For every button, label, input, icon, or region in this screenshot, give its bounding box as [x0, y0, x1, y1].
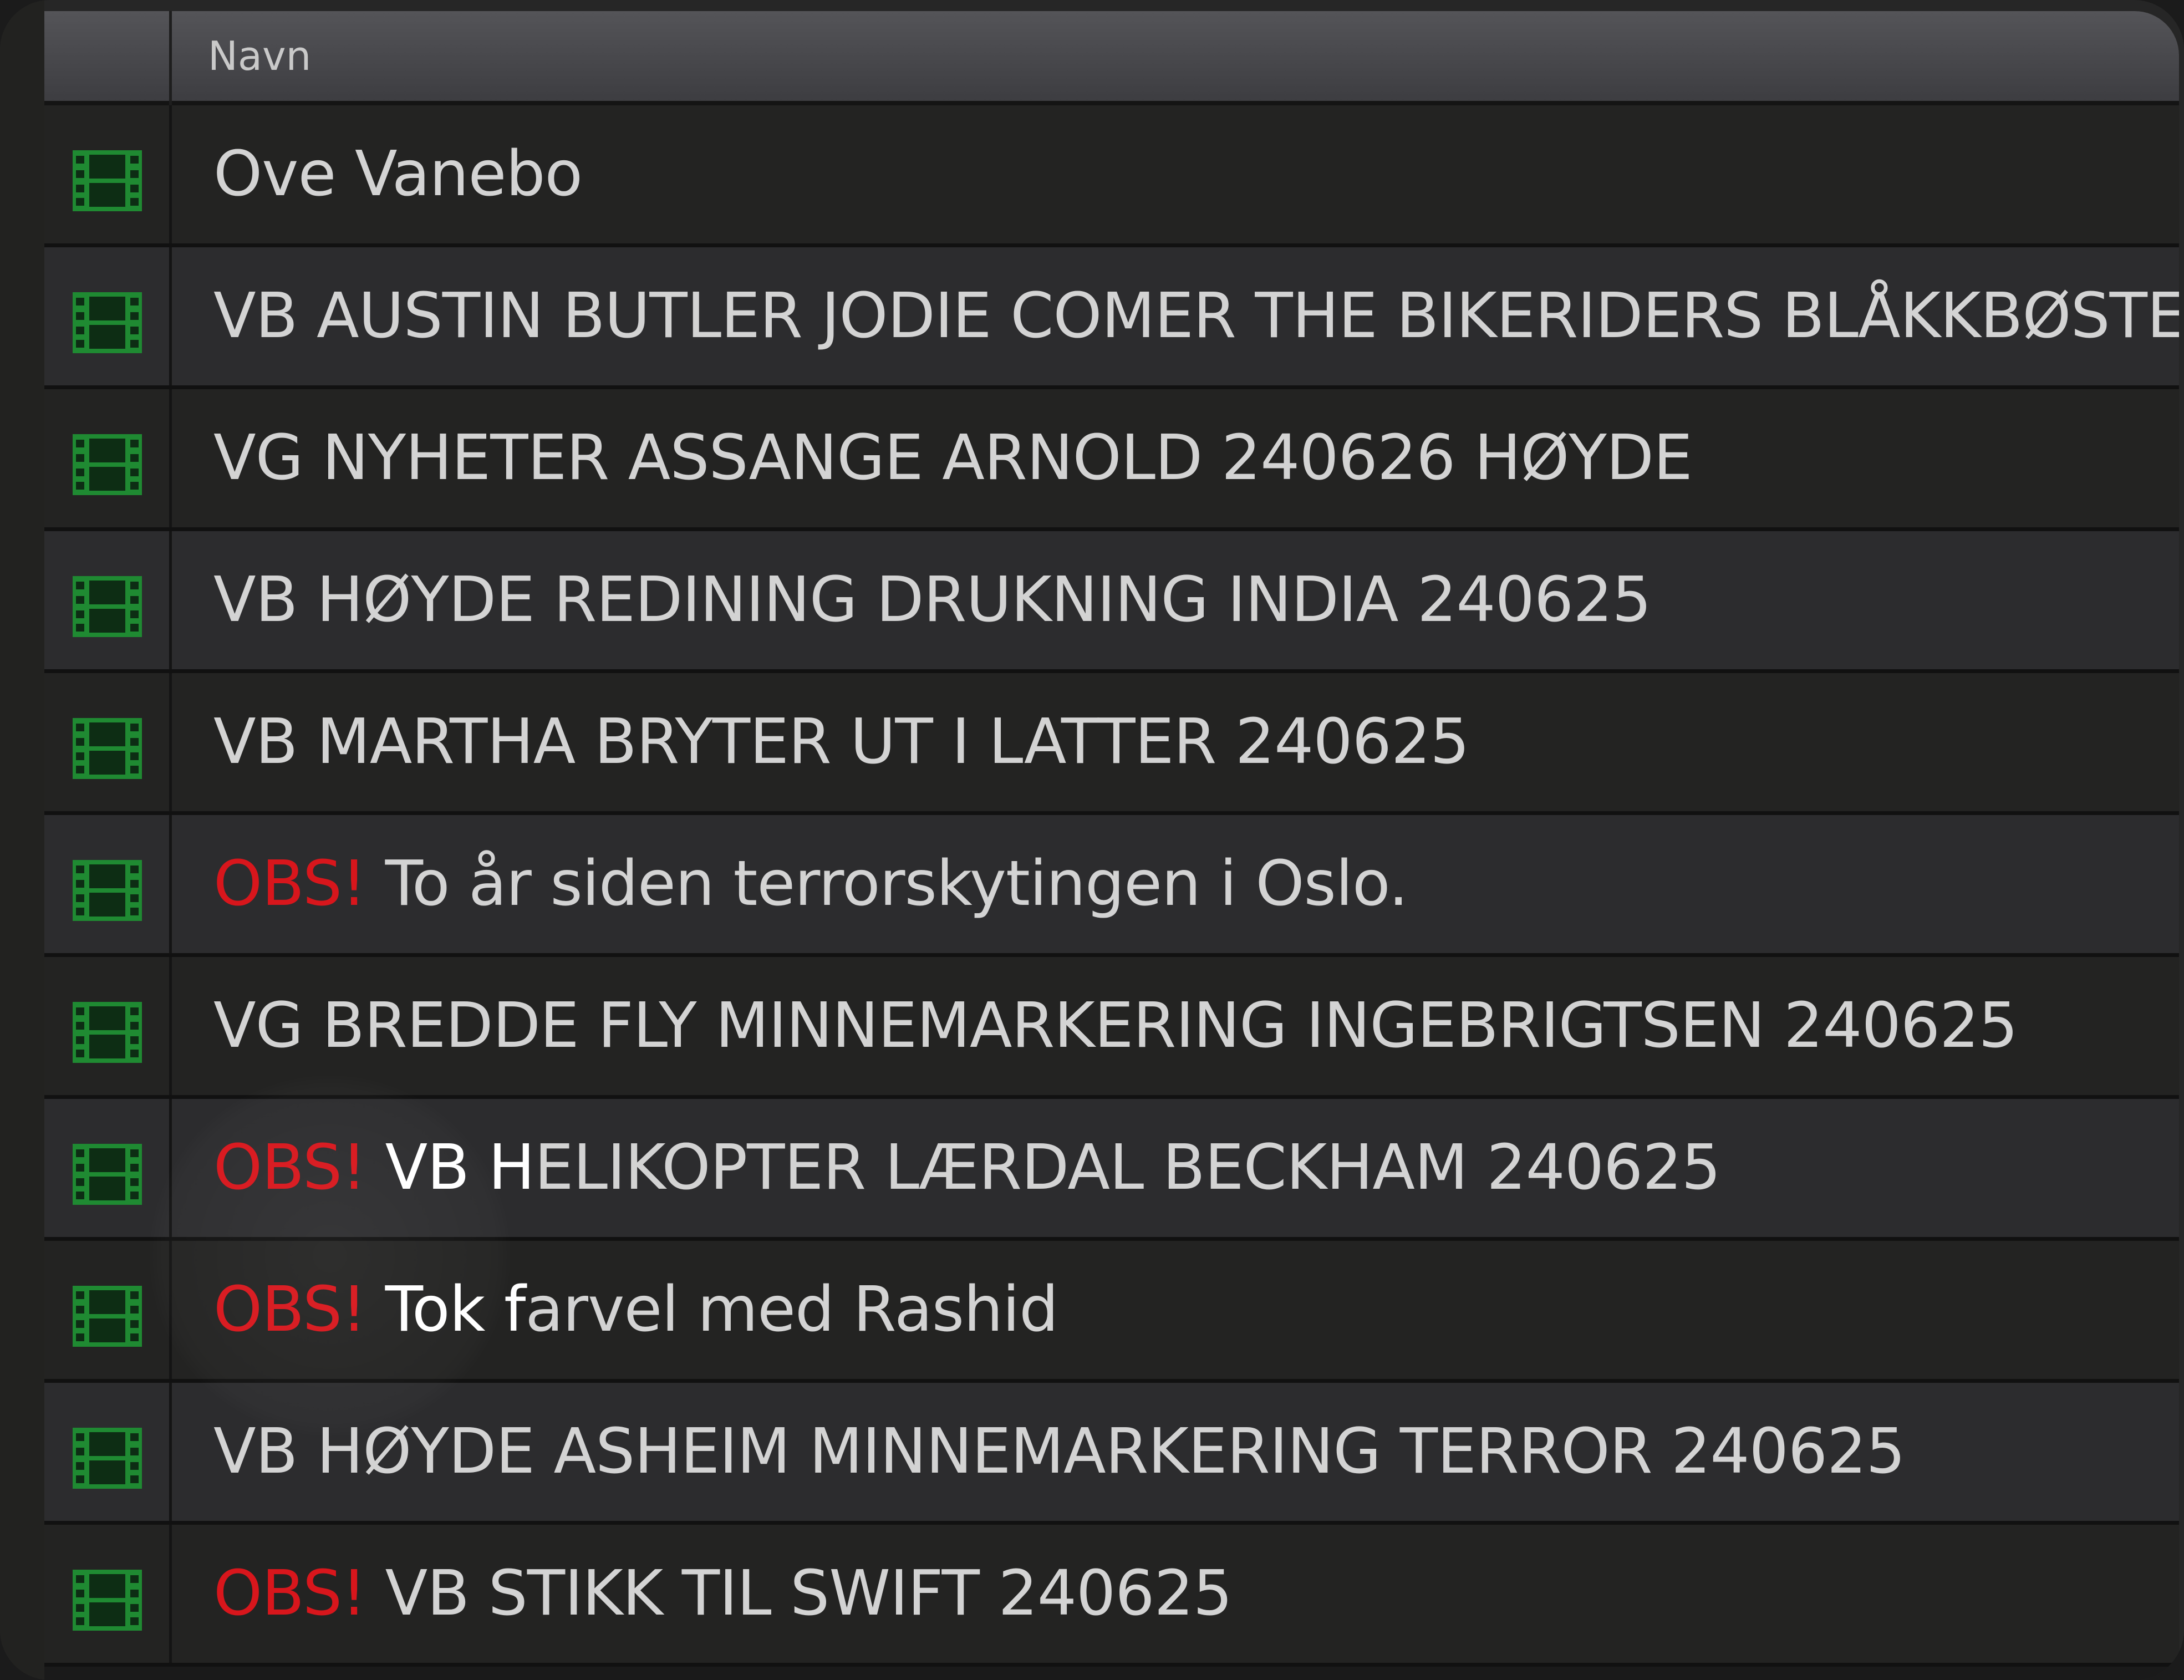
row-name-cell[interactable]: OBS! To år siden terrorskytingen i Oslo.	[213, 815, 1408, 953]
obs-prefix: OBS!	[213, 1557, 385, 1630]
film-icon	[73, 1144, 142, 1205]
row-name-highlight: Tok f	[385, 1274, 526, 1346]
row-name-cell[interactable]: OBS! VB HELIKOPTER LÆRDAL BECKHAM 240625	[213, 1099, 1721, 1237]
row-name-text: To år siden terrorskytingen i Oslo.	[385, 848, 1408, 920]
table-row[interactable]: OBS! Tok farvel med Rashid	[44, 1241, 2179, 1383]
row-name-cell[interactable]: VB HØYDE REDINING DRUKNING INDIA 240625	[213, 531, 1652, 669]
row-icon-cell	[44, 247, 172, 385]
obs-prefix: OBS!	[213, 1132, 385, 1204]
table-header: Navn	[44, 11, 2179, 105]
film-icon	[73, 292, 142, 353]
row-name-text: VB HØYDE ASHEIM MINNEMARKERING TERROR 24…	[213, 1416, 1906, 1488]
film-icon	[73, 1570, 142, 1631]
table-row[interactable]: OBS! VB HELIKOPTER LÆRDAL BECKHAM 240625	[44, 1099, 2179, 1241]
row-name-cell[interactable]: VB AUSTIN BUTLER JODIE COMER THE BIKERID…	[213, 247, 2179, 385]
row-name-text: VG NYHETER ASSANGE ARNOLD 240626 HØYDE	[213, 422, 1693, 494]
table-row[interactable]: VB AUSTIN BUTLER JODIE COMER THE BIKERID…	[44, 247, 2179, 389]
row-icon-cell	[44, 1525, 172, 1663]
row-name-cell[interactable]: VB MARTHA BRYTER UT I LATTER 240625	[213, 673, 1469, 811]
header-icon-column[interactable]	[44, 11, 172, 105]
row-name-text: Ove Vanebo	[213, 138, 583, 210]
row-icon-cell	[44, 1383, 172, 1521]
row-name-cell[interactable]: OBS! Tok farvel med Rashid	[213, 1241, 1058, 1379]
table-row[interactable]: VB HØYDE ASHEIM MINNEMARKERING TERROR 24…	[44, 1383, 2179, 1525]
row-name-text: VG BREDDE FLY MINNEMARKERING INGEBRIGTSE…	[213, 990, 2018, 1062]
row-icon-cell	[44, 815, 172, 953]
row-name-cell[interactable]: OBS! VB STIKK TIL SWIFT 240625	[213, 1525, 1233, 1663]
table-row[interactable]: OBS! To år siden terrorskytingen i Oslo.	[44, 815, 2179, 957]
row-name-cell[interactable]: VB HØYDE ASHEIM MINNEMARKERING TERROR 24…	[213, 1383, 1906, 1521]
table-body: Ove Vanebo VB AUSTIN BUTLER JODIE COMER T…	[44, 105, 2179, 1667]
film-icon	[73, 860, 142, 921]
table-row[interactable]: Ove Vanebo	[44, 105, 2179, 247]
table-row[interactable]: VG NYHETER ASSANGE ARNOLD 240626 HØYDE	[44, 389, 2179, 531]
film-icon	[73, 150, 142, 211]
row-name-text: VB STIKK TIL SWIFT 240625	[385, 1557, 1233, 1630]
row-name-text: VB AUSTIN BUTLER JODIE COMER THE BIKERID…	[213, 280, 2179, 352]
film-icon	[73, 1002, 142, 1063]
row-icon-cell	[44, 105, 172, 243]
row-icon-cell	[44, 531, 172, 669]
media-browser-panel: Navn Ove Vanebo VB AUSTIN BUTLER JODIE CO…	[0, 0, 2184, 1680]
row-name-text: VB MARTHA BRYTER UT I LATTER 240625	[213, 706, 1469, 778]
row-name-text: VB HØYDE REDINING DRUKNING INDIA 240625	[213, 564, 1652, 636]
obs-prefix: OBS!	[213, 1274, 385, 1346]
row-icon-cell	[44, 1241, 172, 1379]
row-icon-cell	[44, 957, 172, 1095]
row-name-cell[interactable]: Ove Vanebo	[213, 105, 583, 243]
clip-list-table: Navn Ove Vanebo VB AUSTIN BUTLER JODIE CO…	[44, 11, 2179, 1680]
obs-prefix: OBS!	[213, 848, 385, 920]
film-icon	[73, 576, 142, 637]
film-icon	[73, 1286, 142, 1347]
table-row[interactable]: OBS! VB STIKK TIL SWIFT 240625	[44, 1525, 2179, 1667]
row-name-text: arvel med Rashid	[525, 1274, 1058, 1346]
column-header-name[interactable]: Navn	[208, 11, 311, 101]
film-icon	[73, 1428, 142, 1489]
row-name-highlight: VB H	[385, 1132, 535, 1204]
table-row[interactable]: VG BREDDE FLY MINNEMARKERING INGEBRIGTSE…	[44, 957, 2179, 1099]
table-row[interactable]: VB HØYDE REDINING DRUKNING INDIA 240625	[44, 531, 2179, 673]
film-icon	[73, 718, 142, 779]
row-icon-cell	[44, 673, 172, 811]
row-icon-cell	[44, 389, 172, 527]
film-icon	[73, 434, 142, 495]
table-row[interactable]: VB MARTHA BRYTER UT I LATTER 240625	[44, 673, 2179, 815]
panel-left-edge	[0, 0, 44, 1680]
row-name-text: ELIKOPTER LÆRDAL BECKHAM 240625	[534, 1132, 1721, 1204]
row-name-cell[interactable]: VG NYHETER ASSANGE ARNOLD 240626 HØYDE	[213, 389, 1693, 527]
row-icon-cell	[44, 1099, 172, 1237]
row-name-cell[interactable]: VG BREDDE FLY MINNEMARKERING INGEBRIGTSE…	[213, 957, 2018, 1095]
